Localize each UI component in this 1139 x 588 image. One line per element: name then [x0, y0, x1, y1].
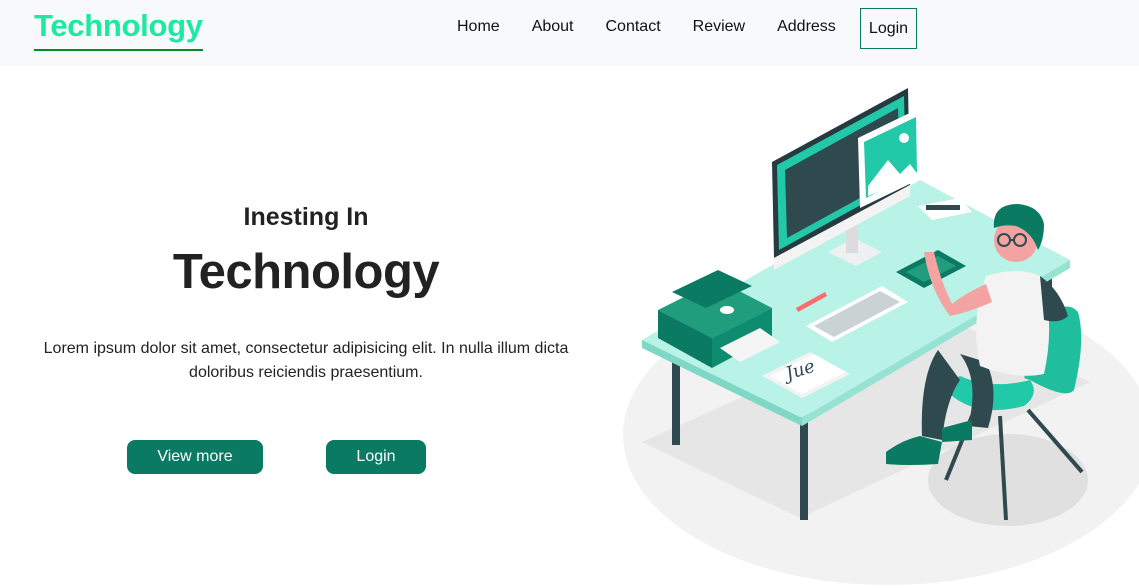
- nav-link-review[interactable]: Review: [677, 18, 761, 36]
- hero-title: Technology: [172, 245, 440, 299]
- nav-link-contact[interactable]: Contact: [590, 18, 677, 36]
- navbar: Technology Home About Contact Review Add…: [0, 0, 1139, 66]
- nav-login-button[interactable]: Login: [860, 8, 917, 49]
- brand-logo[interactable]: Technology: [34, 8, 203, 51]
- nav-link-address[interactable]: Address: [761, 18, 852, 36]
- person-at-desk-illustration: Jue: [623, 88, 1139, 585]
- hero-description: Lorem ipsum dolor sit amet, consectetur …: [43, 340, 569, 381]
- view-more-button[interactable]: View more: [127, 440, 263, 474]
- nav-link-home[interactable]: Home: [441, 18, 516, 36]
- hero-subtitle: Inesting In: [243, 203, 369, 231]
- hero-login-button[interactable]: Login: [326, 440, 426, 474]
- nav-link-about[interactable]: About: [516, 18, 590, 36]
- nav-links: Home About Contact Review Address: [441, 0, 852, 54]
